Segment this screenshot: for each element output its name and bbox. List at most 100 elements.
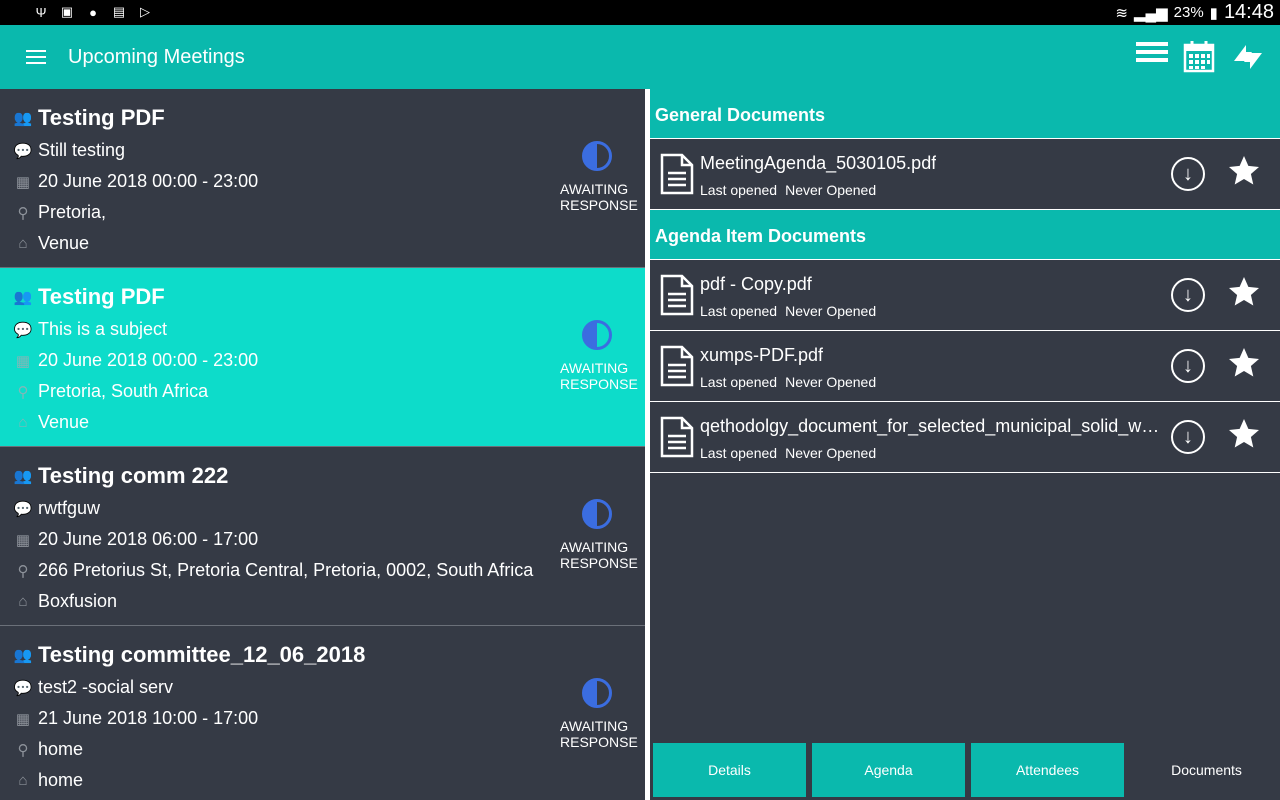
meeting-location-row: ⚲ Pretoria, South Africa (12, 381, 209, 402)
image-icon: ▣ (60, 4, 74, 19)
half-circle-icon (582, 678, 612, 708)
status-label: AWAITING RESPONSE (560, 718, 638, 750)
meeting-date-row: ▦ 20 June 2018 06:00 - 17:00 (12, 529, 258, 550)
group-icon: 👥 (13, 468, 33, 485)
calendar-small-icon: ▦ (15, 352, 31, 370)
tab-details[interactable]: Details (653, 743, 806, 797)
meeting-venue-row: ⌂ Venue (12, 233, 89, 254)
half-circle-icon (582, 320, 612, 350)
meeting-venue: Venue (38, 412, 90, 432)
list-view-icon[interactable] (1134, 39, 1170, 75)
general-documents-list: MeetingAgenda_5030105.pdf Last opened Neve… (650, 139, 1280, 210)
document-row[interactable]: qethodolgy_document_for_selected_municip… (650, 402, 1280, 473)
star-icon[interactable] (1226, 274, 1262, 310)
meeting-list: 👥 Testing PDF 💬 Still testing ▦ 20 June 2018 … (0, 89, 645, 800)
play-store-icon: ▷ (140, 4, 150, 19)
last-opened-label: Last opened (700, 374, 778, 390)
meeting-title: Testing PDF (38, 284, 165, 309)
home-icon: ⌂ (18, 414, 28, 431)
response-status: AWAITING RESPONSE (560, 141, 638, 213)
home-icon: ⌂ (18, 772, 28, 789)
download-icon[interactable]: ↓ (1171, 420, 1205, 454)
tab-agenda[interactable]: Agenda (812, 743, 965, 797)
half-circle-icon (582, 141, 612, 171)
agenda-documents-list: pdf - Copy.pdf Last opened Never Opened ↓ xu… (650, 260, 1280, 473)
sync-icon[interactable] (1230, 39, 1266, 75)
meeting-location: Pretoria, (38, 202, 107, 222)
meeting-location: 266 Pretorius St, Pretoria Central, Pret… (38, 560, 534, 580)
document-meta: Last opened Never Opened (700, 374, 876, 390)
last-opened-label: Last opened (700, 303, 778, 319)
meeting-date: 21 June 2018 10:00 - 17:00 (38, 708, 259, 728)
agenda-documents-heading: Agenda Item Documents (650, 210, 1280, 260)
meeting-title-row: 👥 Testing committee_12_06_2018 (12, 642, 366, 668)
document-icon (660, 345, 694, 387)
document-name: qethodolgy_document_for_selected_municip… (700, 416, 1160, 436)
meeting-subject-row: 💬 Still testing (12, 140, 125, 161)
meeting-card[interactable]: 👥 Testing committee_12_06_2018 💬 test2 -soc… (0, 626, 645, 800)
tab-bar: Details Agenda Attendees Documents (650, 743, 1280, 800)
document-icon (660, 153, 694, 195)
meeting-card[interactable]: 👥 Testing PDF 💬 Still testing ▦ 20 June 2018 … (0, 89, 645, 268)
meeting-subject: test2 -social serv (38, 677, 174, 697)
location-pin-icon: ⚲ (17, 741, 29, 759)
download-icon[interactable]: ↓ (1171, 349, 1205, 383)
status-label: AWAITING RESPONSE (560, 539, 638, 571)
document-row[interactable]: MeetingAgenda_5030105.pdf Last opened Neve… (650, 139, 1280, 210)
meeting-title-row: 👥 Testing PDF (12, 284, 165, 310)
calendar-icon[interactable] (1182, 39, 1218, 75)
meeting-venue: Venue (38, 233, 90, 253)
menu-icon[interactable] (26, 50, 46, 64)
meeting-subject-row: 💬 test2 -social serv (12, 677, 173, 698)
comment-icon: 💬 (13, 142, 33, 160)
download-icon[interactable]: ↓ (1171, 278, 1205, 312)
document-row[interactable]: pdf - Copy.pdf Last opened Never Opened ↓ (650, 260, 1280, 331)
documents-panel: General Documents MeetingAgenda_5030105.… (650, 89, 1280, 800)
battery-percent: 23% (1173, 4, 1204, 21)
star-icon[interactable] (1226, 416, 1262, 452)
last-opened-value: Never Opened (785, 303, 877, 319)
star-icon[interactable] (1226, 153, 1262, 189)
general-documents-heading: General Documents (650, 89, 1280, 139)
location-pin-icon: ⚲ (17, 383, 29, 401)
tab-attendees[interactable]: Attendees (971, 743, 1124, 797)
last-opened-value: Never Opened (785, 182, 877, 198)
meeting-subject: rwtfguw (38, 498, 101, 518)
group-icon: 👥 (13, 110, 33, 127)
usb-icon: Ψ (35, 4, 47, 20)
star-icon[interactable] (1226, 345, 1262, 381)
meeting-title: Testing comm 222 (38, 463, 229, 488)
status-label: AWAITING RESPONSE (560, 360, 638, 392)
meeting-date: 20 June 2018 00:00 - 23:00 (38, 350, 259, 370)
meeting-venue: home (38, 770, 84, 790)
calendar-small-icon: ▦ (15, 173, 31, 191)
calendar-small-icon: ▦ (15, 531, 31, 549)
group-icon: 👥 (13, 647, 33, 664)
signal-icon: ▂▄▆ (1133, 4, 1168, 22)
meeting-card[interactable]: 👥 Testing comm 222 💬 rwtfguw ▦ 20 June 2018 0… (0, 447, 645, 626)
meeting-location-row: ⚲ 266 Pretorius St, Pretoria Central, Pre… (12, 560, 534, 581)
half-circle-icon (582, 499, 612, 529)
meeting-subject-row: 💬 rwtfguw (12, 498, 100, 519)
app-bar: Upcoming Meetings (0, 25, 1280, 89)
sim-icon: ▤ (112, 4, 126, 19)
meeting-venue: Boxfusion (38, 591, 118, 611)
document-name: xumps-PDF.pdf (700, 345, 824, 365)
response-status: AWAITING RESPONSE (560, 499, 638, 571)
home-icon: ⌂ (18, 235, 28, 252)
meeting-venue-row: ⌂ Venue (12, 412, 89, 433)
meeting-card[interactable]: 👥 Testing PDF 💬 This is a subject ▦ 20 June 2… (0, 268, 645, 447)
tab-documents[interactable]: Documents (1130, 743, 1280, 797)
clock: 14:48 (1223, 1, 1274, 23)
group-icon: 👥 (13, 289, 33, 306)
meeting-date-row: ▦ 20 June 2018 00:00 - 23:00 (12, 171, 258, 192)
document-row[interactable]: xumps-PDF.pdf Last opened Never Opened ↓ (650, 331, 1280, 402)
download-icon[interactable]: ↓ (1171, 157, 1205, 191)
document-meta: Last opened Never Opened (700, 303, 876, 319)
document-meta: Last opened Never Opened (700, 182, 876, 198)
home-icon: ⌂ (18, 593, 28, 610)
globe-icon: ● (89, 4, 97, 20)
meeting-subject: Still testing (38, 140, 126, 160)
last-opened-value: Never Opened (785, 374, 877, 390)
meeting-location-row: ⚲ Pretoria, (12, 202, 107, 223)
